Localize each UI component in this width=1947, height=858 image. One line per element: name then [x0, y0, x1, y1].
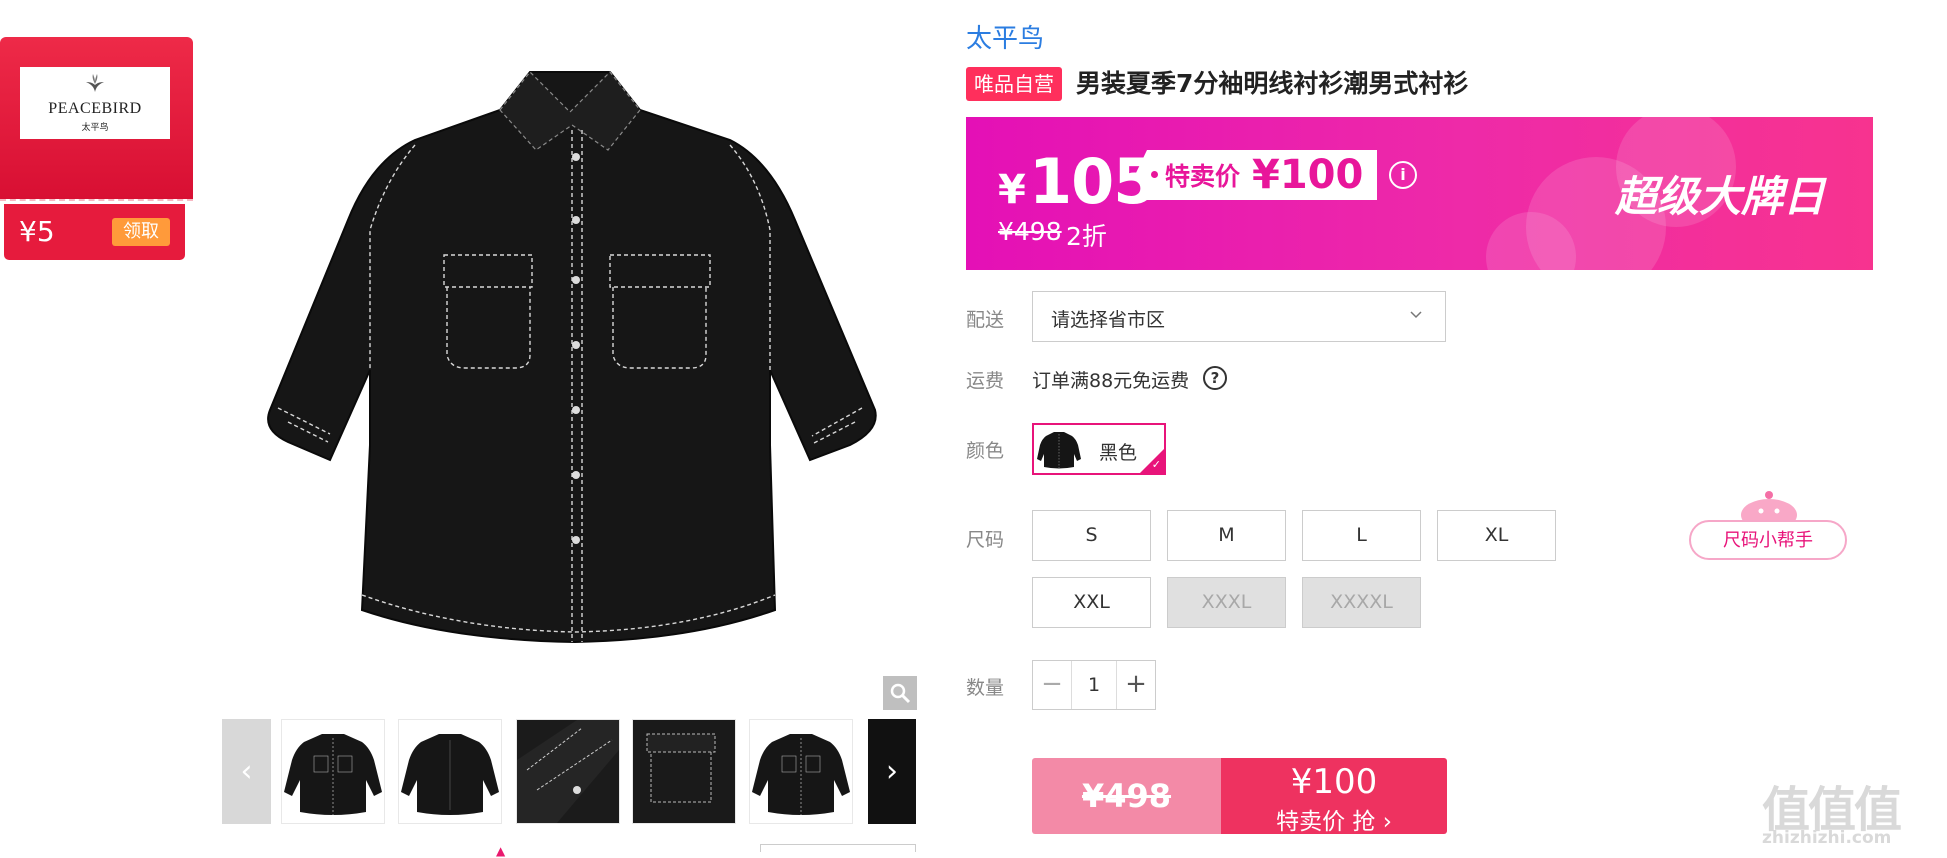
- color-swatch-image: [1037, 432, 1081, 469]
- buy-label: 特卖价 抢 ›: [1276, 809, 1392, 835]
- size-label: 尺码: [966, 529, 1005, 551]
- vip-self-operated-tag: 唯品自营: [966, 67, 1062, 101]
- thumbnail-prev-button[interactable]: ‹: [222, 719, 271, 824]
- size-option-xxxl: XXXL: [1167, 577, 1286, 628]
- quantity-label: 数量: [966, 677, 1005, 699]
- special-price-tag: 特卖价 ¥100: [1134, 150, 1378, 200]
- shipping-label: 运费: [966, 370, 1005, 392]
- size-option-s[interactable]: S: [1032, 510, 1151, 561]
- info-icon[interactable]: i: [1389, 161, 1417, 189]
- thumbnail-1[interactable]: [281, 719, 385, 824]
- chevron-right-icon: ›: [886, 754, 898, 789]
- quantity-minus-button[interactable]: −: [1033, 661, 1072, 709]
- price-banner: ¥ 105 特卖价 ¥100 i ¥498 2折 超级大牌日: [966, 117, 1873, 270]
- size-helper-button[interactable]: 尺码小帮手: [1689, 520, 1847, 560]
- quantity-plus-button[interactable]: +: [1116, 661, 1155, 709]
- special-price-label: 特卖价: [1165, 162, 1241, 191]
- watermark: 值值值 zhizhizhi.com: [1762, 770, 1942, 850]
- cut-off-box: [760, 844, 916, 852]
- thumbnail-3[interactable]: [516, 719, 620, 824]
- thumbnail-image: [752, 734, 850, 815]
- thumbnail-image: [401, 734, 499, 815]
- chevron-down-icon: [1410, 311, 1422, 319]
- event-title: 超级大牌日: [1614, 172, 1825, 221]
- quantity-stepper: − 1 +: [1032, 660, 1156, 710]
- watermark-url: zhizhizhi.com: [1762, 828, 1892, 848]
- thumbnail-2[interactable]: [398, 719, 502, 824]
- size-option-m[interactable]: M: [1167, 510, 1286, 561]
- coupon-body: ¥5 领取: [4, 204, 185, 260]
- question-icon[interactable]: ?: [1203, 366, 1227, 390]
- thumbnail-5[interactable]: [749, 719, 853, 824]
- claim-coupon-button[interactable]: 领取: [112, 218, 170, 246]
- original-price: ¥498: [998, 217, 1062, 246]
- size-option-xxxxl: XXXXL: [1302, 577, 1421, 628]
- brand-name-en: PEACEBIRD: [48, 100, 142, 117]
- original-price-button[interactable]: ¥498: [1032, 758, 1221, 834]
- chevron-left-icon: ‹: [240, 754, 253, 789]
- thumbnail-image: [517, 720, 619, 823]
- size-option-xxl[interactable]: XXL: [1032, 577, 1151, 628]
- coupon-amount: ¥5: [19, 215, 55, 248]
- product-main-image[interactable]: [210, 50, 940, 690]
- cut-off-element: ▲: [496, 844, 506, 858]
- color-name: 黑色: [1099, 442, 1138, 464]
- checkmark-icon: ✓: [1151, 458, 1161, 471]
- price-currency: ¥: [998, 167, 1026, 213]
- delivery-label: 配送: [966, 309, 1005, 331]
- brand-link[interactable]: 太平鸟: [966, 18, 1044, 55]
- coupon-divider: [0, 199, 193, 201]
- bird-logo-icon: [86, 74, 104, 92]
- thumbnail-4[interactable]: [632, 719, 736, 824]
- brand-coupon: PEACEBIRD 太平鸟 ¥5 领取: [0, 37, 193, 263]
- shipping-text: 订单满88元免运费: [1032, 370, 1190, 392]
- thumbnail-next-button[interactable]: ›: [868, 719, 916, 824]
- region-select-value: 请选择省市区: [1051, 309, 1166, 331]
- brand-name-cn: 太平鸟: [81, 123, 109, 133]
- discount-label: 2折: [1066, 222, 1107, 251]
- region-select[interactable]: 请选择省市区: [1032, 291, 1446, 342]
- quantity-input[interactable]: 1: [1071, 661, 1117, 709]
- color-label: 颜色: [966, 440, 1005, 462]
- buy-now-button[interactable]: ¥100 特卖价 抢 ›: [1221, 758, 1447, 835]
- buy-price: ¥100: [1290, 762, 1378, 802]
- zoom-button[interactable]: [883, 676, 917, 710]
- special-price-value: ¥100: [1252, 152, 1364, 198]
- brand-logo: PEACEBIRD 太平鸟: [20, 67, 170, 139]
- thumbnail-image: [633, 720, 735, 823]
- magnifier-icon: [890, 683, 911, 704]
- thumbnail-image: [284, 734, 382, 815]
- coupon-header: PEACEBIRD 太平鸟: [0, 37, 193, 199]
- color-option-black[interactable]: 黑色 ✓: [1032, 423, 1166, 475]
- size-option-xl[interactable]: XL: [1437, 510, 1556, 561]
- product-title: 男装夏季7分袖明线衬衫潮男式衬衫: [1076, 69, 1469, 98]
- size-option-l[interactable]: L: [1302, 510, 1421, 561]
